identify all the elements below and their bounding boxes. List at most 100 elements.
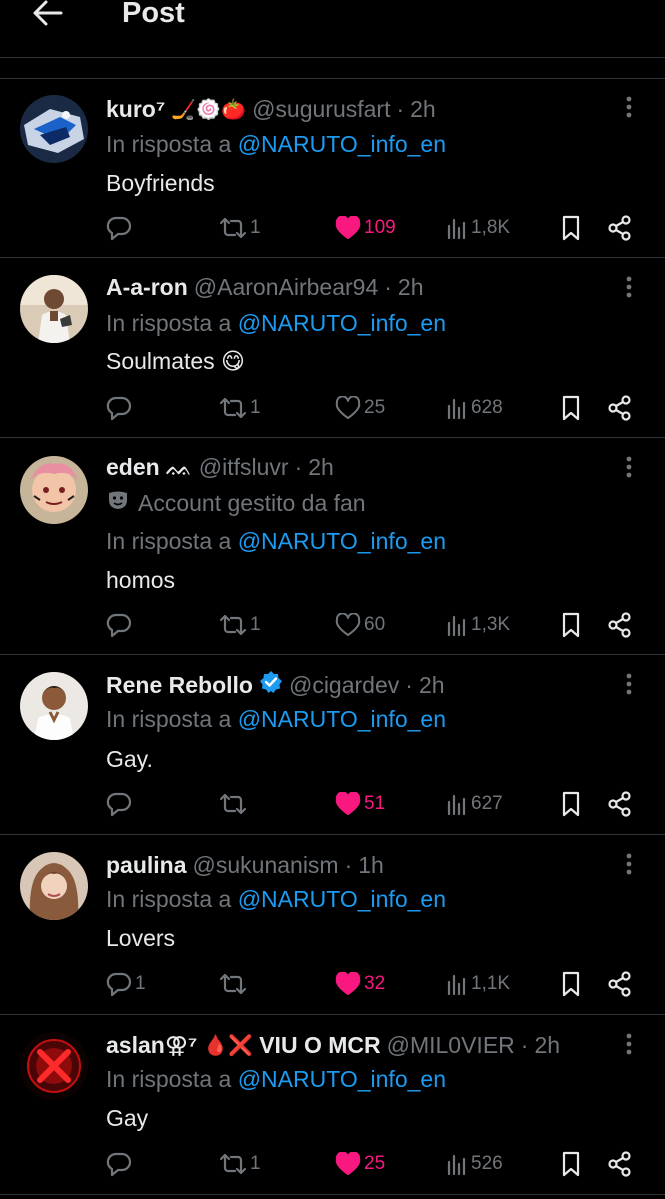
views-button[interactable]: 1,3K — [446, 610, 510, 640]
action-bar: 1 25 628 — [0, 393, 665, 423]
share-button[interactable] — [607, 1149, 633, 1179]
share-icon — [607, 971, 633, 997]
handle[interactable]: @cigardev — [289, 672, 399, 699]
repost-button[interactable] — [219, 969, 250, 999]
action-bar: 1 60 1,3K — [0, 610, 665, 640]
more-options-button[interactable] — [619, 455, 639, 483]
reply-button[interactable] — [106, 213, 135, 243]
bookmark-button[interactable] — [561, 610, 581, 640]
display-name[interactable]: Rene Rebollo — [106, 672, 253, 699]
mention-link[interactable]: @NARUTO_info_en — [238, 1066, 446, 1092]
reply-button[interactable] — [106, 1149, 135, 1179]
mention-link[interactable]: @NARUTO_info_en — [238, 528, 446, 554]
share-button[interactable] — [607, 610, 633, 640]
replying-to: In risposta a @NARUTO_info_en — [106, 131, 446, 158]
bookmark-button[interactable] — [561, 393, 581, 423]
views-button[interactable]: 628 — [446, 393, 503, 423]
share-icon — [607, 1151, 633, 1177]
share-icon — [607, 791, 633, 817]
display-name[interactable]: eden — [106, 454, 160, 481]
like-count: 109 — [364, 217, 396, 238]
mention-link[interactable]: @NARUTO_info_en — [238, 706, 446, 732]
repost-button[interactable]: 1 — [219, 610, 261, 640]
more-options-button[interactable] — [619, 275, 639, 303]
verified-badge-icon — [259, 670, 283, 700]
display-name[interactable]: paulina — [106, 852, 187, 879]
heart-filled-icon — [335, 792, 361, 816]
avatar[interactable] — [20, 95, 88, 163]
views-button[interactable]: 1,8K — [446, 213, 510, 243]
mention-link[interactable]: @NARUTO_info_en — [238, 886, 446, 912]
handle[interactable]: @itfsluvr — [199, 454, 289, 481]
avatar[interactable] — [20, 852, 88, 920]
bookmark-button[interactable] — [561, 969, 581, 999]
reply-tweet[interactable]: Rene Rebollo @cigardev · 2h In risposta … — [0, 655, 665, 835]
views-button[interactable]: 526 — [446, 1149, 503, 1179]
views-button[interactable]: 1,1K — [446, 969, 510, 999]
separator-dot: · — [384, 273, 392, 300]
display-name[interactable]: kuro⁷ — [106, 96, 165, 123]
share-button[interactable] — [607, 393, 633, 423]
mention-link[interactable]: @NARUTO_info_en — [238, 310, 446, 336]
bookmark-button[interactable] — [561, 1149, 581, 1179]
timestamp[interactable]: 1h — [358, 852, 384, 879]
avatar[interactable] — [20, 456, 88, 524]
mention-link[interactable]: @NARUTO_info_en — [238, 131, 446, 157]
handle[interactable]: @sugurusfart — [252, 96, 390, 123]
more-options-button[interactable] — [619, 672, 639, 700]
more-options-button[interactable] — [619, 1032, 639, 1060]
more-options-button[interactable] — [619, 95, 639, 123]
handle[interactable]: @sukunanism — [193, 852, 339, 879]
name-emoji: 🏒🍥🍅 — [171, 98, 247, 121]
repost-icon — [219, 792, 247, 816]
timestamp[interactable]: 2h — [410, 96, 436, 123]
reply-prefix: In risposta a — [106, 706, 232, 732]
view-count: 627 — [471, 793, 503, 814]
avatar[interactable] — [20, 672, 88, 740]
reply-prefix: In risposta a — [106, 131, 232, 157]
tweet-text: Lovers — [106, 925, 176, 951]
analytics-icon — [446, 217, 468, 239]
display-name[interactable]: A-a-ron — [106, 274, 188, 301]
timestamp[interactable]: 2h — [419, 672, 445, 699]
share-button[interactable] — [607, 969, 633, 999]
replying-to: In risposta a @NARUTO_info_en — [106, 886, 446, 913]
reply-tweet[interactable]: kuro⁷ 🏒🍥🍅 @sugurusfart · 2h In risposta … — [0, 79, 665, 258]
reply-button[interactable]: 1 — [106, 969, 146, 999]
arrow-left-icon — [33, 0, 63, 31]
bookmark-icon — [561, 215, 581, 241]
reply-tweet[interactable]: A-a-ron @AaronAirbear94 · 2h In risposta… — [0, 258, 665, 438]
timestamp[interactable]: 2h — [308, 454, 334, 481]
reply-tweet[interactable]: aslan⚢⁷ 🩸❌ VIU O MCR @MIL0VIER · 2h In r… — [0, 1015, 665, 1195]
like-button[interactable]: 32 — [335, 969, 385, 999]
repost-button[interactable]: 1 — [219, 393, 261, 423]
like-button[interactable]: 25 — [335, 393, 385, 423]
reply-tweet[interactable]: eden ᨐ @itfsluvr · 2h Account gestito da… — [0, 438, 665, 655]
timestamp[interactable]: 2h — [534, 1032, 560, 1059]
more-options-button[interactable] — [619, 852, 639, 880]
share-button[interactable] — [607, 789, 633, 819]
like-button[interactable]: 51 — [335, 789, 385, 819]
bookmark-button[interactable] — [561, 789, 581, 819]
handle[interactable]: @AaronAirbear94 — [194, 274, 378, 301]
back-button[interactable] — [28, 0, 68, 30]
bookmark-button[interactable] — [561, 213, 581, 243]
like-button[interactable]: 60 — [335, 610, 385, 640]
analytics-icon — [446, 1153, 468, 1175]
timestamp[interactable]: 2h — [398, 274, 424, 301]
avatar[interactable] — [20, 1032, 88, 1100]
reply-button[interactable] — [106, 789, 135, 819]
reply-button[interactable] — [106, 393, 135, 423]
repost-button[interactable]: 1 — [219, 1149, 261, 1179]
display-name[interactable]: aslan⚢⁷ — [106, 1032, 197, 1059]
avatar[interactable] — [20, 275, 88, 343]
handle[interactable]: @MIL0VIER — [387, 1032, 515, 1059]
repost-button[interactable] — [219, 789, 250, 819]
views-button[interactable]: 627 — [446, 789, 503, 819]
reply-button[interactable] — [106, 610, 135, 640]
like-button[interactable]: 25 — [335, 1149, 385, 1179]
repost-button[interactable]: 1 — [219, 213, 261, 243]
reply-tweet[interactable]: paulina @sukunanism · 1h In risposta a @… — [0, 835, 665, 1015]
like-button[interactable]: 109 — [335, 213, 396, 243]
share-button[interactable] — [607, 213, 633, 243]
